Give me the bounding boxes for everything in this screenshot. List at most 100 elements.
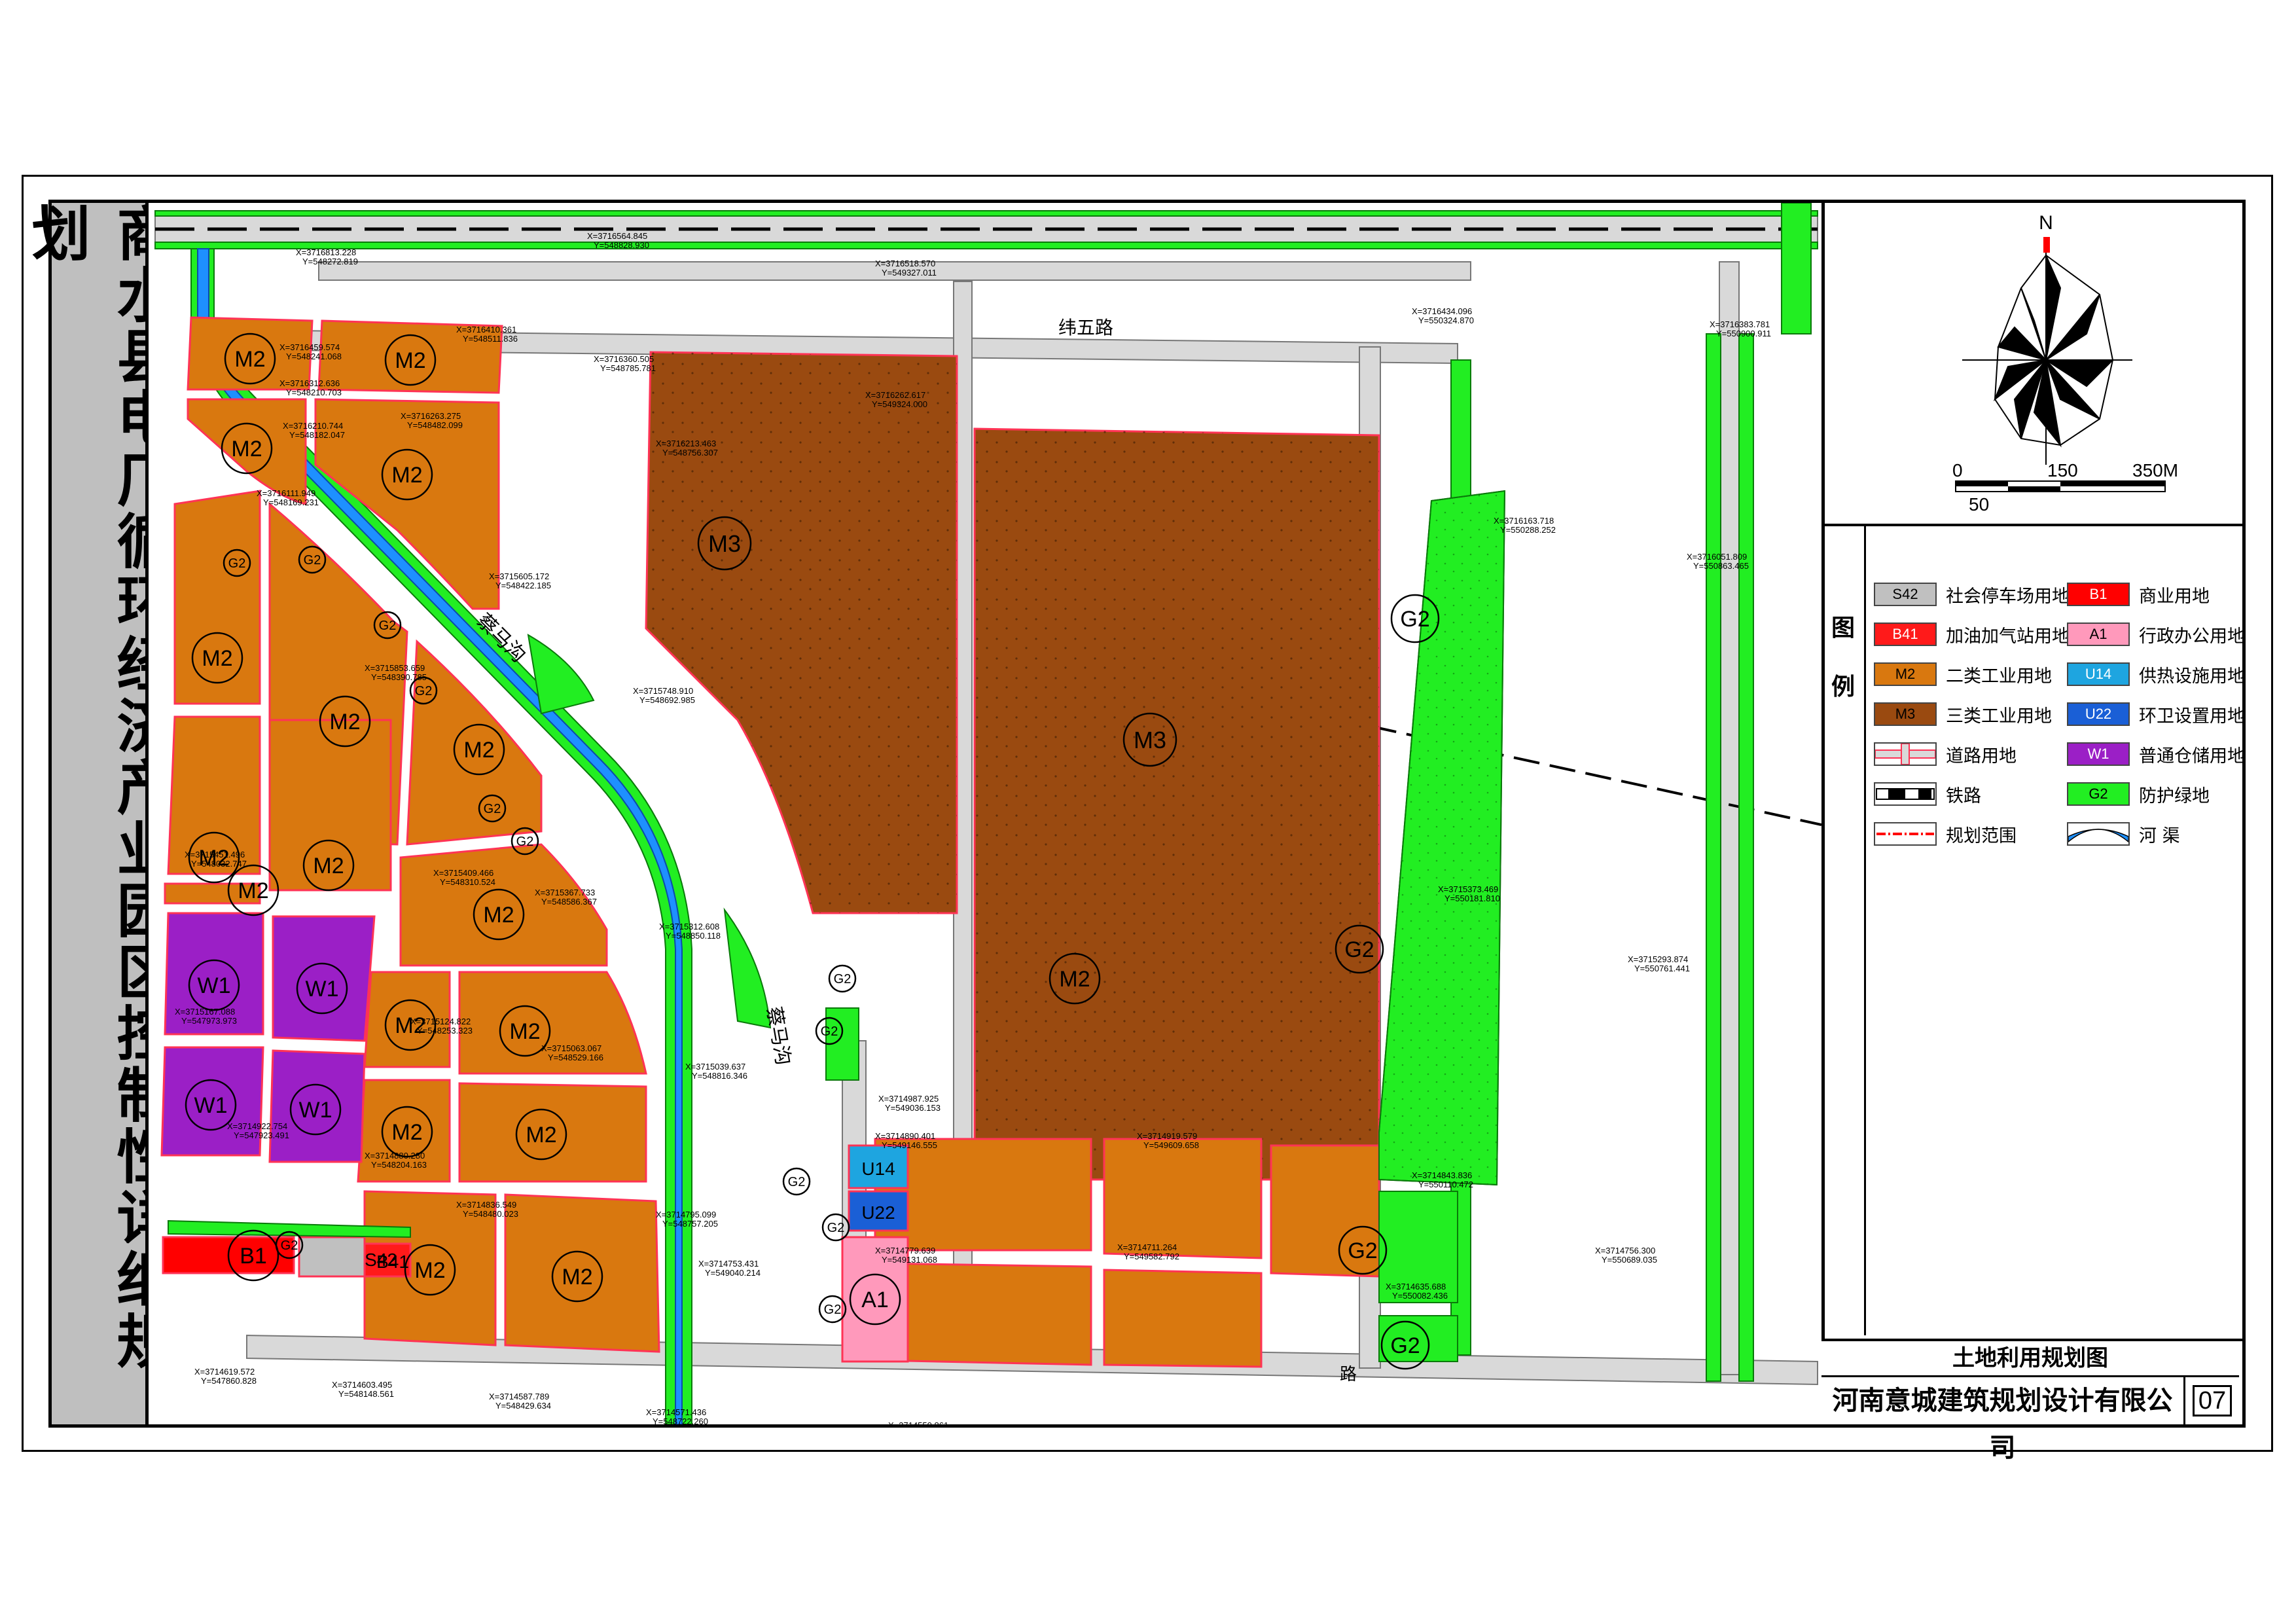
legend-header-char-1: 图 [1831,614,1856,641]
coordinate-y: Y=549327.011 [882,268,937,278]
coordinate-x: X=3714753.431 [698,1259,759,1269]
legend-label: 防护绿地 [2139,785,2210,806]
parcel-code-m2: M2 [414,1258,445,1283]
coordinate-y: Y=548480.023 [463,1209,518,1219]
legend-swatch: B41 [1874,623,1937,646]
coordinate-x: X=3716459.574 [279,342,340,352]
parcel-code-g2: G2 [1348,1238,1377,1263]
coordinate-y: Y=548757.205 [662,1219,718,1229]
parcel-code-m2: M2 [238,878,268,903]
parcel-code-m2: M2 [463,738,494,763]
parcel-code-g2: G2 [1390,1333,1420,1358]
coordinate-x: X=3716051.809 [1687,552,1747,562]
legend-item: U22 环卫设置用地 [2067,700,2245,729]
coordinate-y: Y=548828.930 [594,240,649,250]
drawing-name: 土地利用规划图 [1821,1341,2239,1377]
legend-label: 加油加气站用地 [1946,626,2070,647]
parcel-code-m2: M2 [391,463,422,488]
title-block: 土地利用规划图 河南意城建筑规划设计有限公司 07 [1821,1339,2242,1463]
coordinate-x: X=3714922.754 [227,1121,287,1131]
coordinate-y: Y=547860.828 [201,1376,257,1386]
coordinate-x: X=3716518.570 [875,259,935,268]
scale-label-50: 50 [1969,494,1989,514]
parcel-code-g2: G2 [1400,607,1429,632]
coordinate-y: Y=550082.436 [1392,1291,1448,1301]
coordinate-y: Y=548182.047 [289,430,345,440]
coordinate-x: X=3715451.496 [185,850,245,859]
coordinate-x: X=3716213.463 [656,439,716,448]
legend-swatch: M3 [1874,702,1937,726]
parcel-code-m2: M2 [234,347,265,372]
coordinate-y: Y=548816.346 [692,1071,747,1081]
coordinate-y: Y=548148.561 [338,1389,394,1399]
land-use-map[interactable]: 纬五路 路 蔡马沟 蔡马沟 M2 M2M2M2M2M2M2M2 M2M2M2M2 M2… [149,203,1821,1424]
legend-item: 河 渠 [2067,820,2180,848]
legend-swatch: S42 [1874,583,1937,606]
scale-label-350: 350M [2132,460,2178,480]
coordinate-y: Y=548482.099 [407,420,463,430]
parcel-code-w1: W1 [198,973,231,998]
river-legend-icon [2067,822,2130,846]
coordinate-x: X=3714987.925 [878,1094,939,1104]
coordinate-y: Y=548586.367 [541,897,597,907]
parcel-code-g2: G2 [304,553,321,568]
coordinate-x: X=3715605.172 [489,571,549,581]
title-bar: 商水县电厂循环经济产业园区控制性详细规划 [22,203,176,1424]
coordinate-x: X=3716410.361 [456,325,516,334]
legend-item: W1 普通仓储用地 [2067,740,2245,768]
coordinate-x: X=3715293.874 [1628,954,1688,964]
coordinate-y: Y=547973.973 [181,1016,237,1026]
north-marker [2043,237,2050,253]
legend-swatch: M2 [1874,662,1937,686]
coordinate-y: Y=550181.810 [1444,893,1500,903]
legend-label: 供热设施用地 [2139,666,2245,687]
legend-label: 商业用地 [2139,586,2210,607]
coordinate-x: X=3714619.572 [194,1367,255,1377]
parcel-code-u14: U14 [861,1159,895,1179]
coordinate-y: Y=550110.472 [1418,1180,1473,1189]
coordinate-y: Y=549146.555 [882,1140,937,1150]
coordinate-x: X=3716263.275 [401,411,461,421]
coordinate-x: X=3715063.067 [541,1043,601,1053]
coordinate-y: Y=548422.185 [495,581,551,590]
legend-label: 普通仓储用地 [2139,746,2245,767]
coordinate-y: Y=549040.214 [705,1268,761,1278]
coordinate-x: X=3716163.718 [1494,516,1554,526]
coordinate-x: X=3714550.861 [888,1420,948,1424]
coordinate-x: X=3714571.436 [646,1407,706,1417]
coordinate-y: Y=548692.985 [639,695,695,705]
parcel-code-g2: G2 [228,556,246,571]
railway-legend-icon [1874,782,1937,806]
legend-item: 道路用地 [1874,740,2017,768]
coordinate-y: Y=548722.260 [653,1416,708,1424]
scale-label-150: 150 [2047,460,2078,480]
coordinate-x: X=3716312.636 [279,378,340,388]
coordinate-y: Y=550689.035 [1602,1255,1657,1265]
parcel-code-g2: G2 [827,1221,845,1235]
legend-item: M2 二类工业用地 [1874,660,2052,689]
parcel-code-m2: M2 [483,903,514,928]
legend-item: U14 供热设施用地 [2067,660,2245,689]
coordinate-y: Y=549036.153 [885,1103,941,1113]
coordinate-y: Y=548511.836 [463,334,518,344]
coordinate-x: X=3714635.688 [1386,1282,1446,1291]
parcel-code-m2: M2 [562,1265,592,1290]
parcel-code-g2: G2 [379,619,397,633]
legend-label: 社会停车场用地 [1946,586,2070,607]
coordinate-y: Y=548210.703 [286,388,342,397]
coordinate-y: Y=550324.870 [1418,316,1474,325]
coordinate-x: X=3714756.300 [1595,1246,1655,1255]
parcel-code-g2: G2 [824,1303,842,1317]
coordinate-x: X=3716383.781 [1710,319,1770,329]
coordinate-y: Y=550900.911 [1716,329,1771,338]
coordinate-y: Y=549324.000 [872,399,927,409]
coordinate-x: X=3715039.637 [685,1062,745,1072]
coordinate-y: Y=548272.819 [302,257,358,266]
parcel-code-m2: M2 [313,854,344,878]
parcel-code-u22: U22 [861,1202,895,1223]
legend-header-char-2: 例 [1831,673,1856,700]
coordinate-y: Y=548529.166 [548,1053,603,1062]
legend-label: 二类工业用地 [1946,666,2052,687]
legend-swatch: U14 [2067,662,2130,686]
coordinate-x: X=3716434.096 [1412,306,1472,316]
